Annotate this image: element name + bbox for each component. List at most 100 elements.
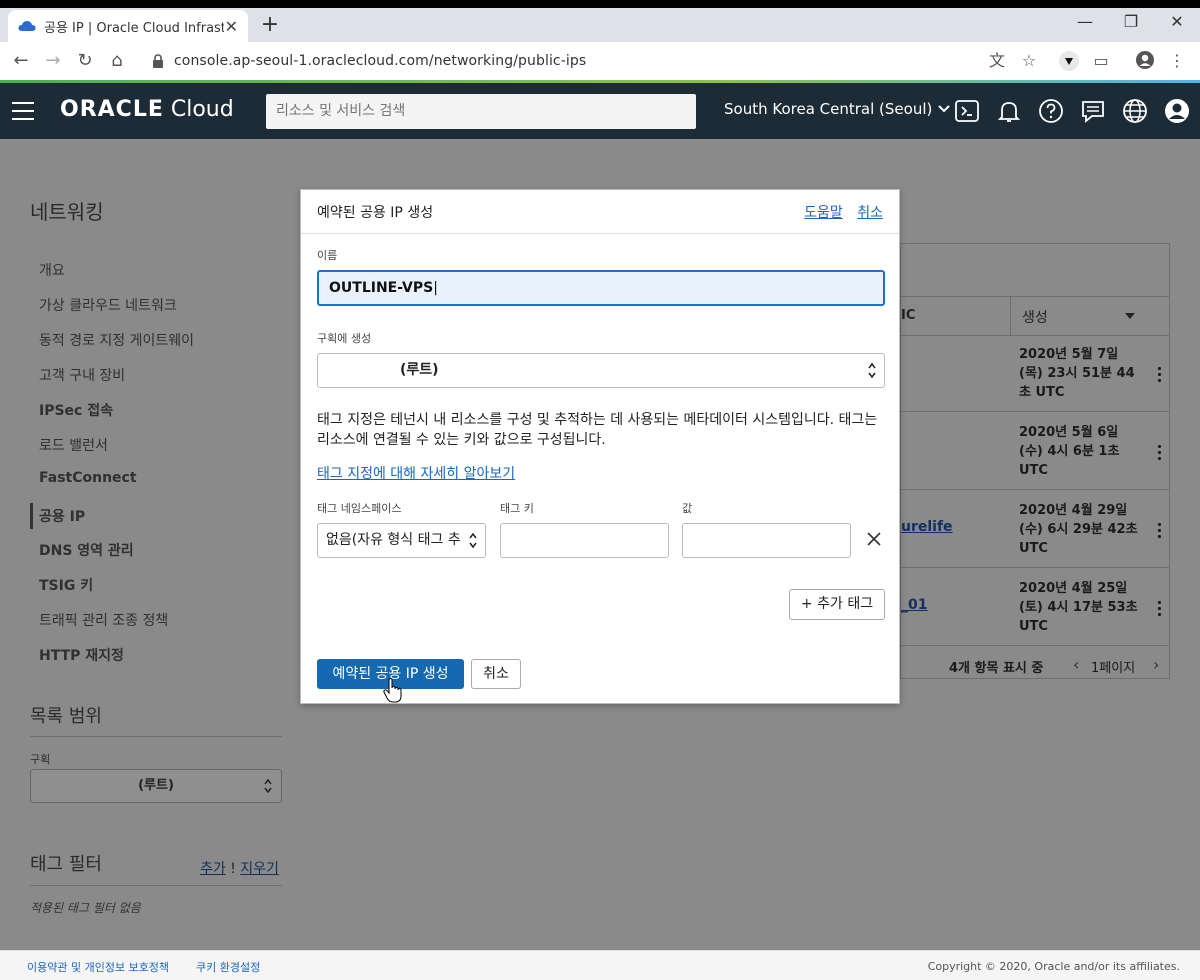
tag-description: 태그 지정은 테넌시 내 리소스를 구성 및 추적하는 데 사용되는 메타데이터… (317, 412, 878, 448)
table-row-link[interactable]: urelife (901, 519, 953, 535)
hand-cursor-icon (383, 678, 402, 703)
window-close-icon[interactable]: ✕ (1154, 12, 1200, 31)
browser-tabstrip: 공용 IP | Oracle Cloud Infrastruc ✕ + — ❐ … (0, 8, 1200, 42)
row-divider (901, 489, 1169, 490)
row-divider (901, 645, 1169, 646)
sidebar-item-cpe[interactable]: 고객 구내 장비 (39, 365, 125, 385)
sidebar-item-public-ip[interactable]: 공용 IP (39, 506, 85, 526)
dialog-header-links: 도움말 취소 (794, 202, 883, 222)
select-arrows-icon (868, 362, 876, 379)
help-icon[interactable] (1038, 98, 1064, 124)
table-item-count: 4개 항목 표시 중 (949, 661, 1044, 676)
table-row-created: 2020년 5월 6일 (수) 4시 6분 1초 UTC (1019, 425, 1120, 478)
table-row-created: 2020년 4월 29일 (수) 6시 29분 42초 UTC (1019, 503, 1138, 556)
oracle-cloud-logo[interactable]: ORACLE Cloud (60, 97, 234, 122)
notifications-bell-icon[interactable] (996, 98, 1022, 124)
column-header-partial: IC (901, 296, 1011, 336)
browser-tab[interactable]: 공용 IP | Oracle Cloud Infrastruc ✕ (8, 10, 248, 42)
name-label: 이름 (317, 249, 338, 262)
dialog-title: 예약된 공용 IP 생성 (317, 205, 434, 221)
extension-icon[interactable] (1058, 50, 1080, 72)
compartment-label: 구획 (30, 753, 51, 766)
sidebar-item-dns[interactable]: DNS 영역 관리 (39, 540, 134, 560)
user-profile-icon[interactable] (1164, 98, 1190, 124)
compartment-label: 구획에 생성 (317, 332, 372, 345)
tag-key-input[interactable] (500, 523, 669, 558)
page-indicator: 1페이지 (1091, 661, 1136, 676)
tab-close-icon[interactable]: ✕ (225, 17, 238, 36)
cancel-button[interactable]: 취소 (471, 659, 521, 689)
sidebar-title: 네트워킹 (30, 200, 104, 224)
home-icon[interactable]: ⌂ (104, 48, 130, 74)
sidebar-item-overview[interactable]: 개요 (39, 260, 65, 280)
profile-icon[interactable] (1134, 50, 1156, 72)
row-actions-icon[interactable] (1158, 601, 1162, 619)
new-tab-icon[interactable]: + (258, 12, 282, 37)
next-page-icon[interactable]: › (1153, 655, 1159, 674)
table-row-created: 2020년 4월 25일 (토) 4시 17분 53초 UTC (1019, 581, 1138, 634)
table-row-created: 2020년 5월 7일 (목) 23시 51분 44초 UTC (1019, 347, 1135, 400)
cloud-icon (18, 21, 36, 31)
tag-filter-title: 태그 필터 (30, 854, 102, 875)
restore-icon[interactable]: ❐ (1108, 12, 1154, 31)
select-arrows-icon (264, 778, 272, 794)
sidebar-item-load-balancer[interactable]: 로드 밸런서 (39, 435, 108, 455)
cookie-preferences-link[interactable]: 쿠키 환경설정 (196, 959, 260, 975)
hamburger-menu-icon[interactable] (12, 102, 34, 120)
help-link[interactable]: 도움말 (804, 205, 843, 221)
console-header: ORACLE Cloud South Korea Central (Seoul) (0, 83, 1200, 139)
compartment-select[interactable]: (루트) (30, 769, 282, 803)
add-tag-button[interactable]: + 추가 태그 (789, 589, 885, 620)
public-ip-table: IC 생성 2020년 5월 7일 (목) 23시 51분 44초 UTC 20… (900, 243, 1170, 679)
row-actions-icon[interactable] (1158, 367, 1162, 385)
sort-down-icon[interactable] (1125, 313, 1135, 319)
divider (30, 885, 282, 886)
tag-filter-links: 추가 ! 지우기 (200, 861, 279, 877)
forward-icon[interactable]: → (40, 48, 66, 74)
sidebar-item-tsig[interactable]: TSIG 키 (39, 575, 93, 595)
prev-page-icon[interactable]: ‹ (1073, 655, 1079, 674)
translate-icon[interactable]: ⽂ (986, 50, 1008, 72)
sidebar-item-fastconnect[interactable]: FastConnect (39, 470, 137, 486)
row-actions-icon[interactable] (1158, 523, 1162, 541)
minimize-icon[interactable]: — (1062, 12, 1108, 31)
chevron-down-icon (938, 105, 951, 113)
reload-icon[interactable]: ↻ (72, 48, 98, 74)
url-text: console.ap-seoul-1.oraclecloud.com/netwo… (174, 53, 587, 69)
sidebar-item-http-redirect[interactable]: HTTP 재지정 (39, 645, 124, 665)
sidebar-item-drg[interactable]: 동적 경로 지정 게이트웨이 (39, 330, 194, 350)
sidebar-item-vcn[interactable]: 가상 클라우드 네트워크 (39, 295, 177, 315)
back-icon[interactable]: ← (8, 48, 34, 74)
sidebar-item-ipsec[interactable]: IPSec 접속 (39, 400, 113, 420)
tag-value-label: 값 (682, 502, 693, 515)
cloud-shell-icon[interactable] (954, 98, 980, 124)
tag-filter-add-link[interactable]: 추가 (200, 861, 226, 877)
compartment-select[interactable]: (루트) (317, 353, 885, 388)
feedback-chat-icon[interactable] (1080, 98, 1106, 124)
cancel-link[interactable]: 취소 (857, 205, 883, 221)
sidebar-item-traffic-policy[interactable]: 트래픽 관리 조종 정책 (39, 610, 168, 630)
row-actions-icon[interactable] (1158, 445, 1162, 463)
cast-icon[interactable]: ▭ (1090, 50, 1112, 72)
url-field[interactable]: console.ap-seoul-1.oraclecloud.com/netwo… (140, 46, 1050, 76)
tag-learn-more-link[interactable]: 태그 지정에 대해 자세히 알아보기 (317, 463, 515, 483)
language-globe-icon[interactable] (1122, 98, 1148, 124)
tag-key-label: 태그 키 (500, 502, 534, 515)
tag-namespace-select[interactable]: 없음(자유 형식 태그 추 (317, 523, 486, 558)
resource-search-input[interactable] (266, 94, 696, 129)
tag-filter-clear-link[interactable]: 지우기 (240, 861, 279, 877)
bookmark-star-icon[interactable]: ☆ (1018, 50, 1040, 72)
column-header-created[interactable]: 생성 (1010, 296, 1170, 336)
no-tag-filter-text: 적용된 태그 필터 없음 (30, 901, 141, 915)
terms-privacy-link[interactable]: 이용약관 및 개인정보 보호정책 (27, 959, 169, 975)
remove-tag-close-icon[interactable] (865, 530, 883, 548)
browser-menu-icon[interactable]: ⋮ (1166, 50, 1188, 72)
copyright-text: Copyright © 2020, Oracle and/or its affi… (927, 960, 1180, 973)
name-input[interactable]: OUTLINE-VPS| (317, 270, 885, 306)
tag-value-input[interactable] (682, 523, 851, 558)
region-selector[interactable]: South Korea Central (Seoul) (724, 100, 951, 118)
dialog-header: 예약된 공용 IP 생성 도움말 취소 (301, 190, 899, 234)
window-top-edge (0, 0, 1200, 8)
sidebar-active-indicator (30, 503, 33, 529)
table-row-link[interactable]: _01 (901, 597, 927, 613)
